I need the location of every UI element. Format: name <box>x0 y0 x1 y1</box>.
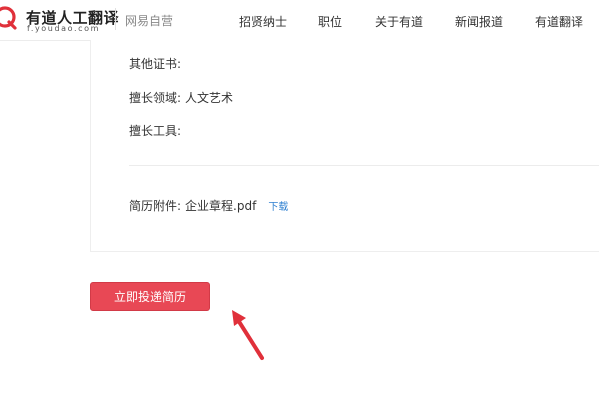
apply-resume-button[interactable]: 立即投递简历 <box>90 282 210 311</box>
tools-row: 擅长工具: <box>129 122 185 139</box>
brand-domain: f.youdao.com <box>27 24 101 33</box>
download-link[interactable]: 下载 <box>268 202 288 213</box>
subbrand-label: 网易自营 <box>125 14 174 28</box>
nav-item-careers[interactable]: 招贤纳士 <box>239 13 287 30</box>
red-arrow-icon <box>232 310 264 360</box>
attachment-row: 简历附件: 企业章程.pdf 下载 <box>129 197 288 214</box>
expertise-value: 人文艺术 <box>185 91 234 105</box>
expertise-row: 擅长领域: 人文艺术 <box>129 89 233 106</box>
top-header: 有道人工翻译 f.youdao.com 网易自营 招贤纳士 职位 关于有道 新闻… <box>0 0 599 41</box>
youdao-logo-icon[interactable] <box>0 4 18 30</box>
nav-item-translate[interactable]: 有道翻译 <box>535 13 583 30</box>
nav-item-news[interactable]: 新闻报道 <box>455 13 503 30</box>
nav-item-positions[interactable]: 职位 <box>318 13 342 30</box>
other-certs-label: 其他证书: <box>129 57 182 71</box>
tools-label: 擅长工具: <box>129 124 182 138</box>
other-certs-row: 其他证书: <box>129 55 185 72</box>
section-divider <box>129 165 599 166</box>
header-divider <box>115 8 116 30</box>
expertise-label: 擅长领域: <box>129 91 182 105</box>
attachment-filename: 企业章程.pdf <box>185 199 257 213</box>
nav-item-about[interactable]: 关于有道 <box>375 13 423 30</box>
attachment-label: 简历附件: <box>129 199 182 213</box>
